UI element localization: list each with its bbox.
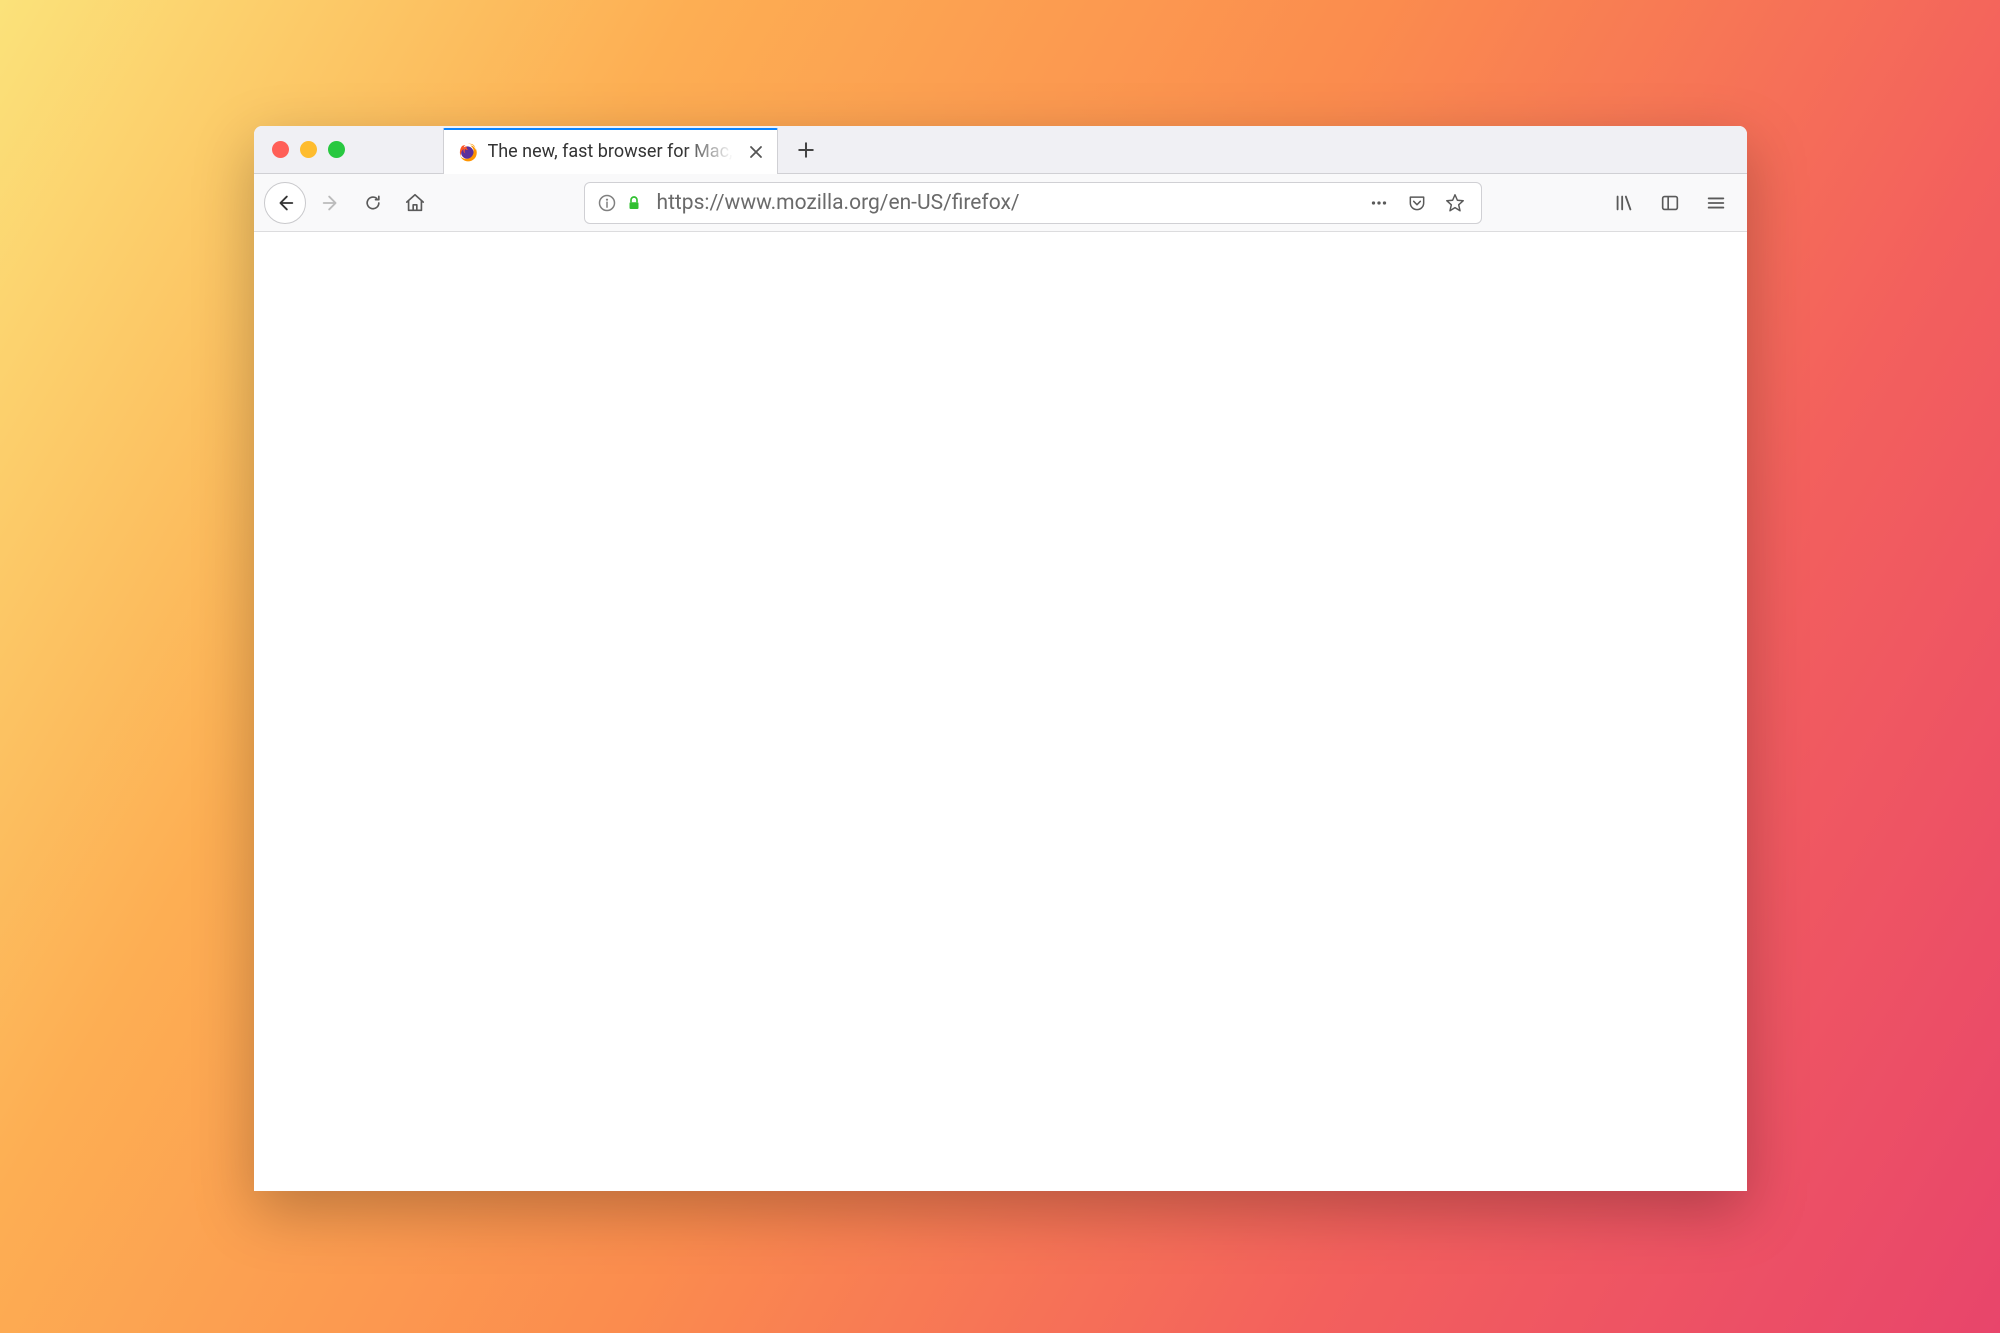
window-maximize-button[interactable]	[328, 141, 345, 158]
tab-active[interactable]: The new, fast browser for Mac, PC and Li…	[443, 128, 778, 174]
reload-button[interactable]	[352, 182, 394, 224]
back-button[interactable]	[264, 182, 306, 224]
home-button[interactable]	[394, 182, 436, 224]
browser-window: The new, fast browser for Mac, PC and Li…	[254, 126, 1747, 1191]
url-bar[interactable]: https://www.mozilla.org/en-US/firefox/	[584, 182, 1482, 224]
pocket-button[interactable]	[1399, 185, 1435, 221]
menu-button[interactable]	[1695, 182, 1737, 224]
bookmark-button[interactable]	[1437, 185, 1473, 221]
url-actions	[1361, 185, 1473, 221]
tab-bar: The new, fast browser for Mac, PC and Li…	[254, 126, 1747, 174]
tab-close-button[interactable]	[743, 139, 769, 165]
window-minimize-button[interactable]	[300, 141, 317, 158]
tab-title: The new, fast browser for Mac, PC and Li…	[488, 141, 733, 162]
window-controls	[254, 141, 363, 158]
new-tab-button[interactable]	[786, 130, 826, 170]
sidebar-button[interactable]	[1649, 182, 1691, 224]
page-actions-button[interactable]	[1361, 185, 1397, 221]
page-content	[254, 232, 1747, 1191]
site-identity[interactable]	[593, 193, 647, 213]
info-icon	[597, 193, 617, 213]
nav-controls	[264, 182, 436, 224]
library-button[interactable]	[1603, 182, 1645, 224]
window-close-button[interactable]	[272, 141, 289, 158]
forward-button[interactable]	[310, 182, 352, 224]
url-text[interactable]: https://www.mozilla.org/en-US/firefox/	[657, 191, 1351, 215]
toolbar-right	[1603, 182, 1737, 224]
lock-icon	[625, 194, 643, 212]
firefox-favicon-icon	[458, 142, 478, 162]
toolbar: https://www.mozilla.org/en-US/firefox/	[254, 174, 1747, 232]
